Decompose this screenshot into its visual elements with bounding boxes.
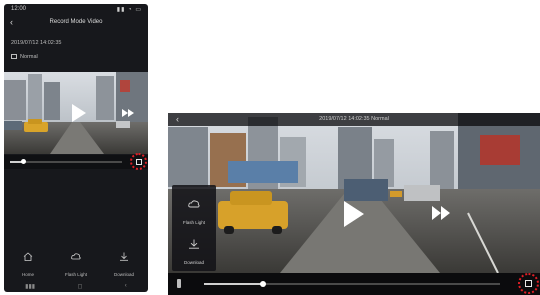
landscape-view: ‹ 2019/07/12 14:02:35 Normal Flash Light… xyxy=(168,113,540,295)
menu-label-flash-light: Flash Light xyxy=(182,220,205,225)
back-system-button[interactable]: ‹ xyxy=(125,283,127,289)
video-frame-landscape xyxy=(168,113,540,295)
nav-item-flash-light[interactable]: Flash Light xyxy=(56,250,96,278)
landscape-player-controls xyxy=(168,273,540,295)
fullscreen-button[interactable] xyxy=(130,153,147,170)
progress-thumb[interactable] xyxy=(21,159,27,164)
video-frame xyxy=(4,72,148,154)
nav-label-download: Download xyxy=(113,272,134,277)
progress-track[interactable] xyxy=(10,161,122,163)
page-title: Record Mode Video xyxy=(49,19,103,25)
frame-icon xyxy=(11,54,17,59)
lock-icon[interactable] xyxy=(177,279,181,288)
cloud-icon xyxy=(188,200,200,208)
menu-item-download[interactable]: Download xyxy=(172,239,216,269)
nav-item-home[interactable]: Home xyxy=(8,250,48,278)
download-icon xyxy=(120,252,128,261)
bottom-nav: Home Flash Light Download xyxy=(4,250,148,278)
side-menu: Flash Light Download xyxy=(172,185,216,271)
fullscreen-button-landscape[interactable] xyxy=(518,273,539,294)
phone-portrait-view: 12:00 ▮▮ ◔ ▭ ‹ Record Mode Video 2019/07… xyxy=(4,4,148,292)
menu-item-flash-light[interactable]: Flash Light xyxy=(172,199,216,229)
progress-track-landscape[interactable] xyxy=(204,283,500,285)
status-bar: 12:00 ▮▮ ◔ ▭ xyxy=(4,4,148,14)
cloud-icon xyxy=(71,253,81,260)
video-player[interactable] xyxy=(4,72,148,154)
system-nav-bar: ▮▮▮ ◻ ‹ xyxy=(4,280,148,292)
recording-date: 2019/07/12 14:02:35 xyxy=(11,40,62,46)
home-icon xyxy=(23,252,33,261)
home-system-button[interactable]: ◻ xyxy=(77,283,82,290)
status-time: 12:00 xyxy=(11,6,27,12)
progress-fill-landscape xyxy=(204,283,264,285)
player-controls xyxy=(4,153,148,170)
fullscreen-icon xyxy=(136,159,142,165)
download-icon xyxy=(189,239,199,249)
recording-mode-label: Normal xyxy=(20,54,38,60)
status-icons: ▮▮ ◔ ▭ xyxy=(116,7,142,13)
recent-apps-button[interactable]: ▮▮▮ xyxy=(25,283,35,290)
nav-label-home: Home xyxy=(21,272,34,277)
landscape-header: ‹ 2019/07/12 14:02:35 Normal xyxy=(168,113,540,126)
video-player-landscape[interactable] xyxy=(168,113,540,295)
nav-label-flash-light: Flash Light xyxy=(64,272,87,277)
progress-thumb-landscape[interactable] xyxy=(260,281,267,287)
video-title: 2019/07/12 14:02:35 Normal xyxy=(319,116,389,122)
page-header: ‹ Record Mode Video xyxy=(4,16,148,30)
menu-label-download: Download xyxy=(183,260,204,265)
fullscreen-icon xyxy=(525,280,532,287)
nav-item-download[interactable]: Download xyxy=(104,250,144,278)
recording-mode: Normal xyxy=(11,54,38,60)
